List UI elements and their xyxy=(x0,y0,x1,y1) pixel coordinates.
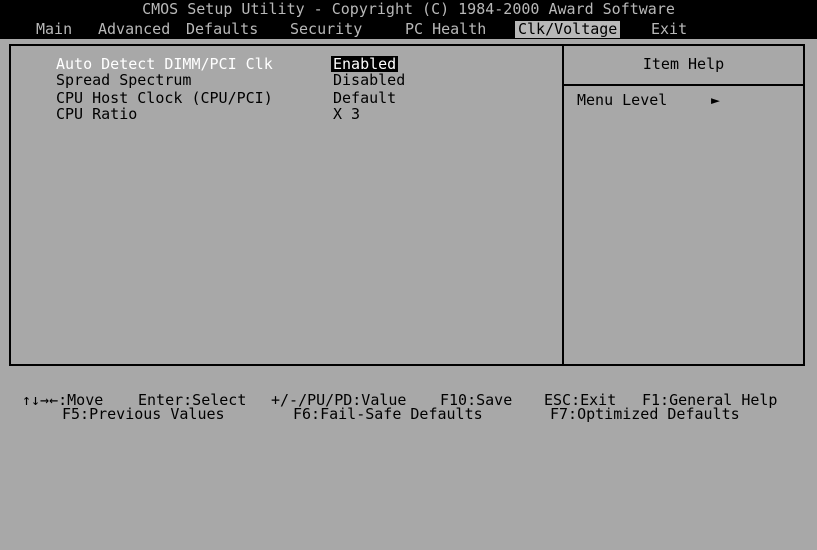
panel-divider xyxy=(562,46,564,364)
item-help-title: Item Help xyxy=(642,55,725,73)
option-value[interactable]: X 3 xyxy=(333,106,360,122)
triangle-right-icon: ► xyxy=(711,91,721,109)
option-label: Spread Spectrum xyxy=(56,71,192,89)
option-value[interactable]: Default xyxy=(333,90,396,106)
help-separator xyxy=(564,84,803,86)
menu-exit[interactable]: Exit xyxy=(651,21,687,38)
app-title: CMOS Setup Utility - Copyright (C) 1984-… xyxy=(142,0,675,18)
option-row-auto-detect[interactable]: Auto Detect DIMM/PCI Clk Enabled xyxy=(11,56,551,72)
key-hint-fail-safe: F6:Fail-Safe Defaults xyxy=(293,405,483,423)
key-help-footer: ↑↓→←:Move Enter:Select +/-/PU/PD:Value F… xyxy=(0,370,817,422)
title-bar: CMOS Setup Utility - Copyright (C) 1984-… xyxy=(0,0,817,20)
option-value[interactable]: Disabled xyxy=(333,72,405,88)
option-label: CPU Host Clock (CPU/PCI) xyxy=(56,89,273,107)
menu-defaults[interactable]: Defaults xyxy=(186,21,258,38)
option-value[interactable]: Enabled xyxy=(331,56,399,72)
menu-advanced[interactable]: Advanced xyxy=(98,21,170,38)
option-row-cpu-ratio[interactable]: CPU Ratio X 3 xyxy=(11,106,551,122)
menu-security[interactable]: Security xyxy=(290,21,362,38)
option-row-cpu-host-clock[interactable]: CPU Host Clock (CPU/PCI) Default xyxy=(11,90,551,106)
menu-pc-health[interactable]: PC Health xyxy=(405,21,486,38)
key-hint-previous: F5:Previous Values xyxy=(62,405,225,423)
option-label: Auto Detect DIMM/PCI Clk xyxy=(56,55,273,73)
key-hint-optimized: F7:Optimized Defaults xyxy=(550,405,740,423)
menu-clk-voltage[interactable]: Clk/Voltage xyxy=(515,21,621,38)
menu-main[interactable]: Main xyxy=(36,21,72,38)
menu-level-label: Menu Level xyxy=(577,91,668,109)
option-row-spread-spectrum[interactable]: Spread Spectrum Disabled xyxy=(11,72,551,88)
option-label: CPU Ratio xyxy=(56,105,138,123)
settings-panel: Auto Detect DIMM/PCI Clk Enabled Spread … xyxy=(9,44,805,366)
menu-bar: Main Advanced Defaults Security PC Healt… xyxy=(0,20,817,39)
